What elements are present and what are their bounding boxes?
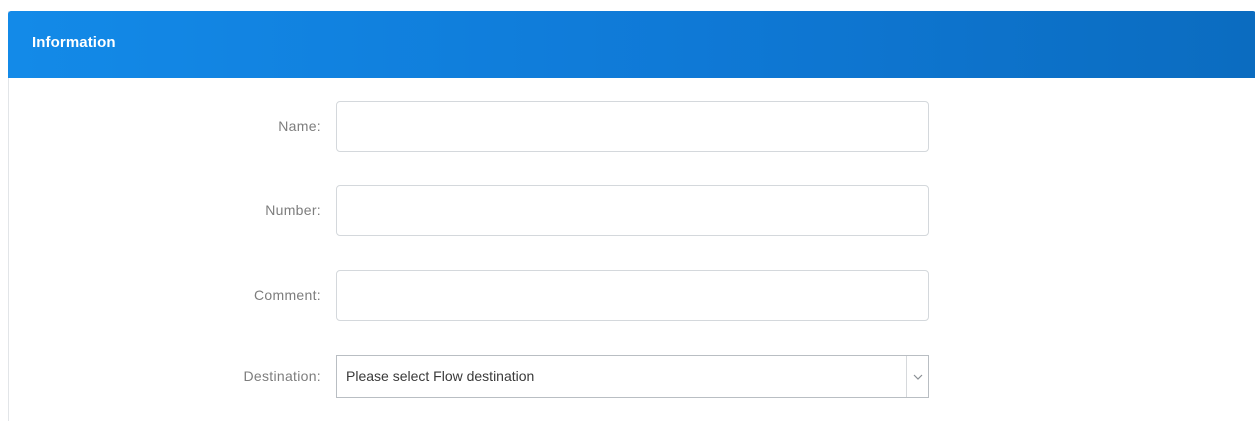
name-row: Name:: [9, 101, 1255, 152]
information-panel: Information Name: Number: Comment: Desti…: [8, 11, 1255, 421]
destination-select[interactable]: Please select Flow destination: [336, 355, 929, 398]
comment-input[interactable]: [336, 270, 929, 321]
number-input[interactable]: [336, 185, 929, 236]
number-row: Number:: [9, 185, 1255, 236]
comment-label: Comment:: [254, 287, 321, 303]
panel-header: Information: [8, 11, 1255, 78]
destination-selected-value: Please select Flow destination: [346, 368, 535, 384]
destination-label: Destination:: [243, 368, 321, 384]
name-label: Name:: [278, 118, 321, 134]
panel-title: Information: [32, 34, 116, 51]
number-label: Number:: [265, 202, 321, 218]
chevron-down-icon-glyph: [913, 374, 922, 380]
comment-row: Comment:: [9, 270, 1255, 321]
name-input[interactable]: [336, 101, 929, 152]
destination-row: Destination: Please select Flow destinat…: [9, 355, 1255, 398]
chevron-down-icon[interactable]: [906, 356, 928, 397]
